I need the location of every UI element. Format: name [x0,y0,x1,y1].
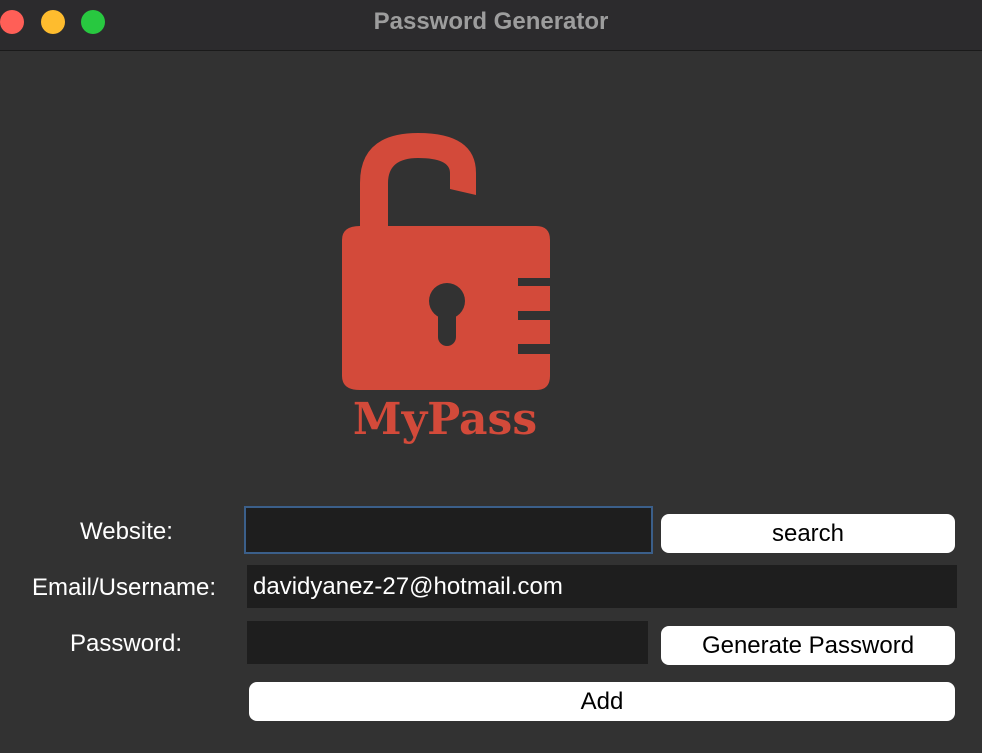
website-label: Website: [80,518,173,545]
window-title: Password Generator [373,8,609,35]
generate-password-button[interactable]: Generate Password [661,626,955,665]
padlock-icon [342,133,550,390]
website-input[interactable] [244,506,653,554]
password-input[interactable] [247,621,648,664]
add-button[interactable]: Add [249,682,955,721]
email-label: Email/Username: [32,574,217,601]
title-bar: Password Generator [0,0,982,51]
logo-text: MyPass [353,394,537,445]
search-button[interactable]: search [661,514,955,553]
mypass-logo: MyPass [342,133,550,445]
password-label: Password: [70,630,183,657]
email-input[interactable] [247,565,957,608]
